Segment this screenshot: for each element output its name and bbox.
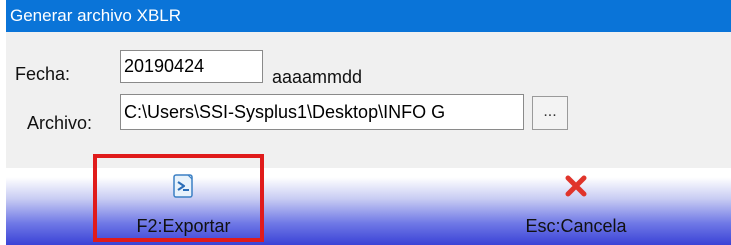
cancel-button[interactable]: Esc:Cancela bbox=[476, 168, 676, 245]
browse-button[interactable]: ... bbox=[532, 96, 568, 130]
archivo-input[interactable] bbox=[120, 94, 524, 130]
archivo-input-value[interactable] bbox=[124, 95, 520, 129]
archivo-label: Archivo: bbox=[27, 113, 93, 133]
window-title: Generar archivo XBLR bbox=[6, 0, 731, 32]
export-highlight-box bbox=[93, 154, 264, 242]
fecha-format-hint: aaaammdd bbox=[272, 67, 363, 87]
fecha-input[interactable] bbox=[120, 50, 263, 83]
fecha-label: Fecha: bbox=[15, 64, 71, 84]
cancel-button-label: Esc:Cancela bbox=[525, 216, 627, 236]
fecha-input-value[interactable] bbox=[124, 51, 259, 82]
close-icon bbox=[565, 175, 587, 197]
